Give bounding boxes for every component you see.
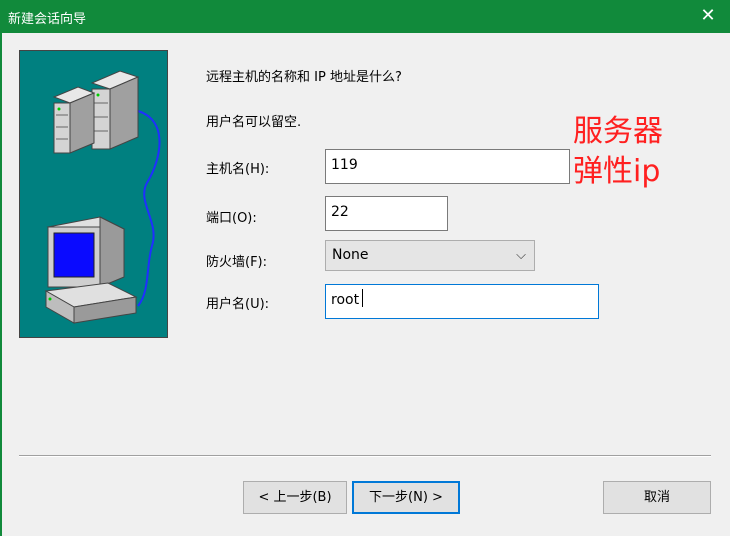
port-label: 端口(O):: [206, 211, 257, 226]
cancel-button[interactable]: 取消: [603, 481, 711, 514]
title-bar: 新建会话向导 ✕: [0, 0, 730, 33]
host-label: 主机名(H):: [206, 162, 270, 177]
host-input[interactable]: 119: [325, 149, 570, 184]
text-caret: [362, 289, 363, 307]
port-input[interactable]: 22: [325, 196, 448, 231]
firewall-label: 防火墙(F):: [206, 255, 268, 270]
chevron-down-icon: ⌵: [516, 248, 526, 263]
next-button[interactable]: 下一步(N) >: [352, 481, 460, 514]
username-input[interactable]: root: [325, 284, 599, 319]
firewall-select[interactable]: None ⌵: [325, 240, 535, 271]
annotation-line-1: 服务器: [573, 114, 663, 149]
firewall-selected-value: None: [332, 247, 369, 263]
annotation-line-2: 弹性ip: [573, 154, 661, 189]
wizard-illustration: [19, 50, 168, 338]
close-icon[interactable]: ✕: [698, 6, 718, 26]
wizard-question: 远程主机的名称和 IP 地址是什么?: [206, 70, 402, 85]
username-label: 用户名(U):: [206, 297, 270, 312]
servers-computer-icon: [44, 70, 161, 324]
window-title: 新建会话向导: [8, 12, 87, 27]
button-separator: [19, 455, 711, 457]
window-border: [0, 33, 2, 536]
back-button[interactable]: < 上一步(B): [243, 481, 347, 514]
wizard-hint: 用户名可以留空.: [206, 115, 302, 130]
